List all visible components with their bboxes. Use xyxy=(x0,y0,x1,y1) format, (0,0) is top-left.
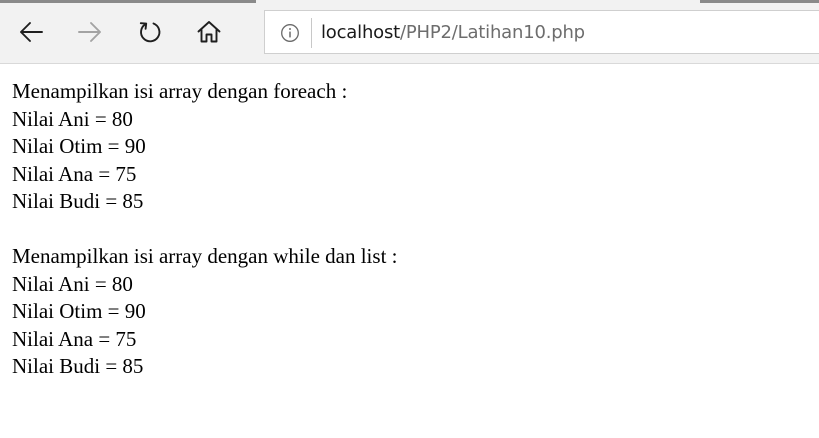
back-button[interactable] xyxy=(13,14,49,50)
list-item: Nilai Budi = 85 xyxy=(12,189,144,213)
page-content: Menampilkan isi array dengan foreach : N… xyxy=(12,78,398,381)
home-button[interactable] xyxy=(191,14,227,50)
address-bar-divider xyxy=(311,18,312,48)
line-break xyxy=(12,216,398,244)
list-item: Nilai Ani = 80 xyxy=(12,106,133,131)
refresh-button[interactable] xyxy=(132,14,168,50)
list-item: Nilai Otim = 90 xyxy=(12,299,146,323)
list-item: Nilai Ana = 75 xyxy=(12,326,137,351)
url-host: localhost xyxy=(321,22,400,43)
back-arrow-icon xyxy=(20,22,43,42)
section-heading-foreach: Menampilkan isi array dengan foreach : xyxy=(12,79,348,103)
forward-arrow-icon xyxy=(78,22,101,42)
list-item: Nilai Ani = 80 xyxy=(12,271,133,296)
url-path: /PHP2/Latihan10.php xyxy=(400,22,585,43)
list-item: Nilai Otim = 90 xyxy=(12,134,146,158)
address-bar[interactable]: localhost/PHP2/Latihan10.php xyxy=(264,10,819,54)
tab-strip-edge xyxy=(0,0,256,3)
forward-button[interactable] xyxy=(72,14,108,50)
refresh-icon xyxy=(139,22,161,43)
browser-toolbar: localhost/PHP2/Latihan10.php xyxy=(0,0,819,64)
home-icon xyxy=(197,21,221,43)
section-heading-while-list: Menampilkan isi array dengan while dan l… xyxy=(12,244,398,268)
url-text[interactable]: localhost/PHP2/Latihan10.php xyxy=(321,21,585,45)
list-item: Nilai Ana = 75 xyxy=(12,161,137,186)
tab-strip-edge xyxy=(700,0,819,3)
info-icon[interactable] xyxy=(280,23,300,43)
list-item: Nilai Budi = 85 xyxy=(12,354,144,378)
